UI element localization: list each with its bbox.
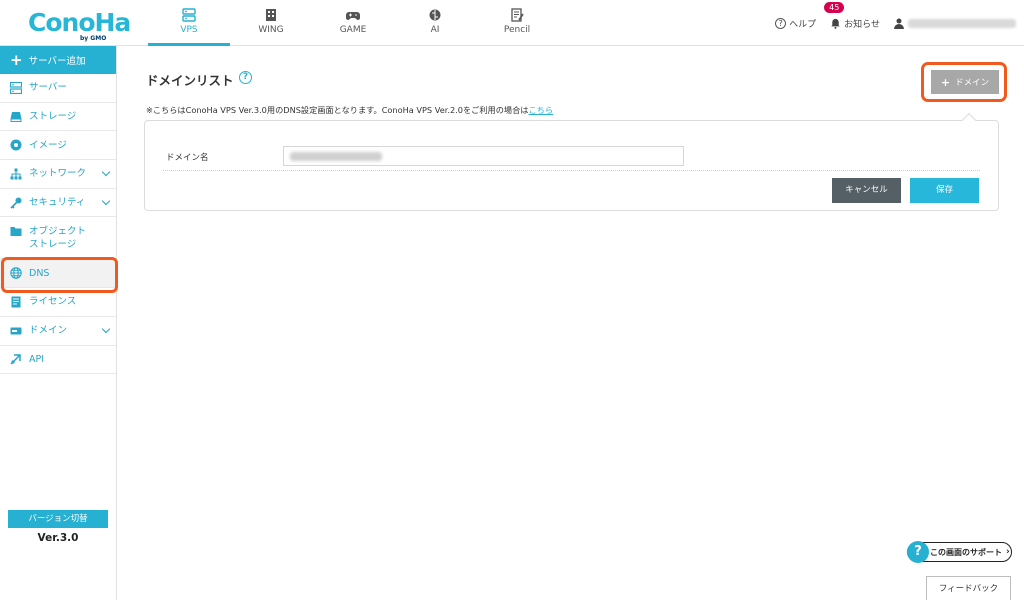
question-icon: ? <box>775 17 787 29</box>
add-domain-form: ドメイン名 キャンセル 保存 <box>144 112 999 211</box>
page-title: ドメインリスト <box>146 73 234 88</box>
tab-label: AI <box>430 25 440 35</box>
sidebar-item-label: DNS <box>29 267 50 279</box>
storage-icon <box>10 111 22 122</box>
domain-value-redacted <box>290 152 382 161</box>
notification-count-badge: 45 <box>824 1 845 13</box>
sidebar-item-label: イメージ <box>29 139 67 151</box>
divider <box>163 170 980 171</box>
help-label: ヘルプ <box>789 19 817 30</box>
server-icon <box>182 8 196 22</box>
chevron-down-icon <box>101 167 111 177</box>
sidebar-item-security[interactable]: セキュリティ <box>0 189 116 218</box>
logo-sub: by GMO <box>80 35 107 42</box>
tab-label: Pencil <box>503 25 531 35</box>
plus-icon: + <box>940 75 951 89</box>
logo-text: ConoHa <box>28 8 131 37</box>
header-utilities: ? ヘルプ 45 お知らせ <box>775 0 1016 46</box>
domain-name-label: ドメイン名 <box>166 153 209 163</box>
tab-vps[interactable]: VPS <box>148 0 230 46</box>
brain-icon <box>429 9 441 21</box>
sidebar-item-api[interactable]: API <box>0 346 116 375</box>
sidebar-item-image[interactable]: イメージ <box>0 131 116 161</box>
conoha-logo[interactable]: ConoHa by GMO <box>28 8 131 42</box>
version-notice-link[interactable]: こちら <box>528 105 553 115</box>
folder-icon <box>10 227 22 237</box>
add-domain-highlight-annotation: + ドメイン <box>921 62 1007 102</box>
screen-support-button[interactable]: ? この画面のサポート › <box>907 541 1012 563</box>
sidebar-item-server[interactable]: サーバー <box>0 74 116 103</box>
tab-label: GAME <box>339 25 367 35</box>
sidebar-item-label: ドメイン <box>29 325 68 337</box>
version-notice: ※こちらはConoHa VPS Ver.3.0用のDNS設定画面となります。Co… <box>146 104 553 116</box>
gamepad-icon <box>346 12 360 20</box>
sidebar-item-dns[interactable]: DNS <box>0 259 116 289</box>
sidebar-item-label: ストレージ <box>29 111 77 123</box>
user-menu[interactable] <box>894 18 1016 29</box>
sidebar-item-network[interactable]: ネットワーク <box>0 160 116 189</box>
notice-label: お知らせ <box>844 19 880 30</box>
cancel-button[interactable]: キャンセル <box>832 178 901 203</box>
tab-pencil[interactable]: Pencil <box>476 0 558 46</box>
sidebar-item-license[interactable]: ライセンス <box>0 288 116 317</box>
feedback-button[interactable]: フィードバック <box>926 576 1011 600</box>
sidebar-item-label: ネットワーク <box>29 168 87 180</box>
sidebar-item-storage[interactable]: ストレージ <box>0 103 116 132</box>
license-icon <box>11 296 21 308</box>
notifications-link[interactable]: 45 お知らせ <box>824 1 880 30</box>
tab-ai[interactable]: AI <box>394 0 476 46</box>
image-icon <box>10 139 22 151</box>
version-label: Ver.3.0 <box>37 532 79 544</box>
plus-icon: + <box>10 50 23 69</box>
server-icon <box>10 81 22 94</box>
sidebar-item-object-storage[interactable]: オブジェクト ストレージ <box>0 217 116 260</box>
version-switcher: バージョン切替 Ver.3.0 <box>8 510 108 544</box>
add-server-button[interactable]: + サーバー追加 <box>0 46 116 74</box>
sidebar-item-label: セキュリティ <box>29 197 86 209</box>
popover-caret <box>961 112 977 128</box>
pencil-icon <box>511 8 524 22</box>
domain-name-input[interactable] <box>283 146 684 166</box>
support-label: この画面のサポート <box>930 547 1002 557</box>
chevron-right-icon: › <box>1006 547 1010 557</box>
question-icon: ? <box>907 541 929 563</box>
sidebar-item-domain[interactable]: ドメイン <box>0 317 116 346</box>
tab-game[interactable]: GAME <box>312 0 394 46</box>
sidebar-item-label: オブジェクト ストレージ <box>29 226 87 251</box>
chevron-down-icon <box>101 196 111 205</box>
sidebar: + サーバー追加 サーバー ストレージ イメージ ネットワーク セキュリティ オ… <box>0 46 117 600</box>
service-tabs: VPS WING GAME AI Pencil <box>148 0 558 46</box>
version-switch-button[interactable]: バージョン切替 <box>8 510 108 528</box>
tab-label: WING <box>258 25 284 35</box>
version-notice-text: ※こちらはConoHa VPS Ver.3.0用のDNS設定画面となります。Co… <box>146 105 529 115</box>
add-domain-button[interactable]: + ドメイン <box>931 70 999 94</box>
add-domain-label: ドメイン <box>955 78 990 88</box>
tab-label: VPS <box>180 25 198 35</box>
help-link[interactable]: ? ヘルプ <box>775 17 816 30</box>
add-server-label: サーバー追加 <box>28 56 86 67</box>
user-email-redacted <box>908 18 1016 28</box>
save-button[interactable]: 保存 <box>910 178 979 203</box>
globe-icon <box>10 267 22 280</box>
bell-icon <box>831 18 840 29</box>
building-icon <box>266 9 276 21</box>
question-icon[interactable]: ? <box>239 71 252 84</box>
api-icon <box>10 354 21 365</box>
domain-icon <box>10 327 22 335</box>
chevron-down-icon <box>101 324 111 334</box>
top-header: ConoHa by GMO VPS WING GAME AI Pencil ? … <box>0 0 1024 46</box>
key-icon <box>10 197 22 209</box>
tab-wing[interactable]: WING <box>230 0 312 46</box>
user-icon <box>894 18 904 29</box>
sidebar-item-label: ライセンス <box>29 296 77 308</box>
sidebar-item-label: サーバー <box>29 82 67 94</box>
network-icon <box>10 168 22 180</box>
sidebar-item-label: API <box>29 353 45 365</box>
